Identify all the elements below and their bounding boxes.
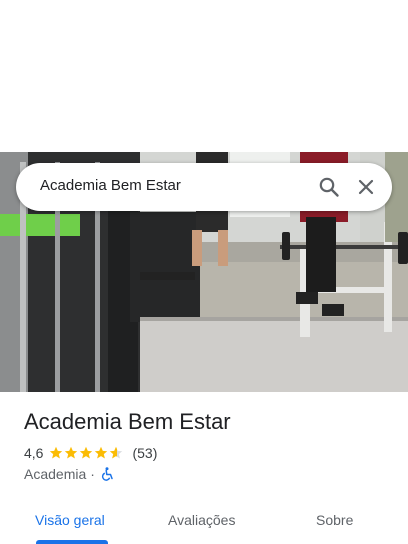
category-row: Academia · — [24, 465, 115, 483]
search-query[interactable]: Academia Bem Estar — [40, 177, 181, 194]
star-rating — [49, 446, 124, 460]
tab-about[interactable]: Sobre — [316, 512, 353, 528]
place-panel: Academia Bem Estar 4,6 (53) Academia · V… — [0, 392, 408, 544]
search-bar[interactable]: Academia Bem Estar — [16, 163, 392, 211]
tab-bar: Visão geral Avaliações Sobre — [0, 498, 408, 544]
search-icon[interactable] — [318, 176, 340, 198]
rating-row[interactable]: 4,6 (53) — [24, 444, 157, 462]
close-icon[interactable] — [355, 176, 377, 198]
star-icon — [80, 446, 93, 459]
rating-value: 4,6 — [24, 445, 44, 461]
star-icon — [50, 446, 63, 459]
tab-reviews[interactable]: Avaliações — [168, 512, 235, 528]
place-category: Academia — [24, 466, 87, 482]
star-icon — [110, 446, 123, 459]
review-count[interactable]: (53) — [132, 445, 157, 461]
wheelchair-icon — [101, 467, 115, 481]
separator-dot: · — [90, 466, 95, 482]
active-tab-indicator — [36, 540, 108, 544]
star-icon — [95, 446, 108, 459]
star-icon — [65, 446, 78, 459]
tab-overview[interactable]: Visão geral — [35, 512, 105, 528]
place-title: Academia Bem Estar — [24, 409, 231, 434]
